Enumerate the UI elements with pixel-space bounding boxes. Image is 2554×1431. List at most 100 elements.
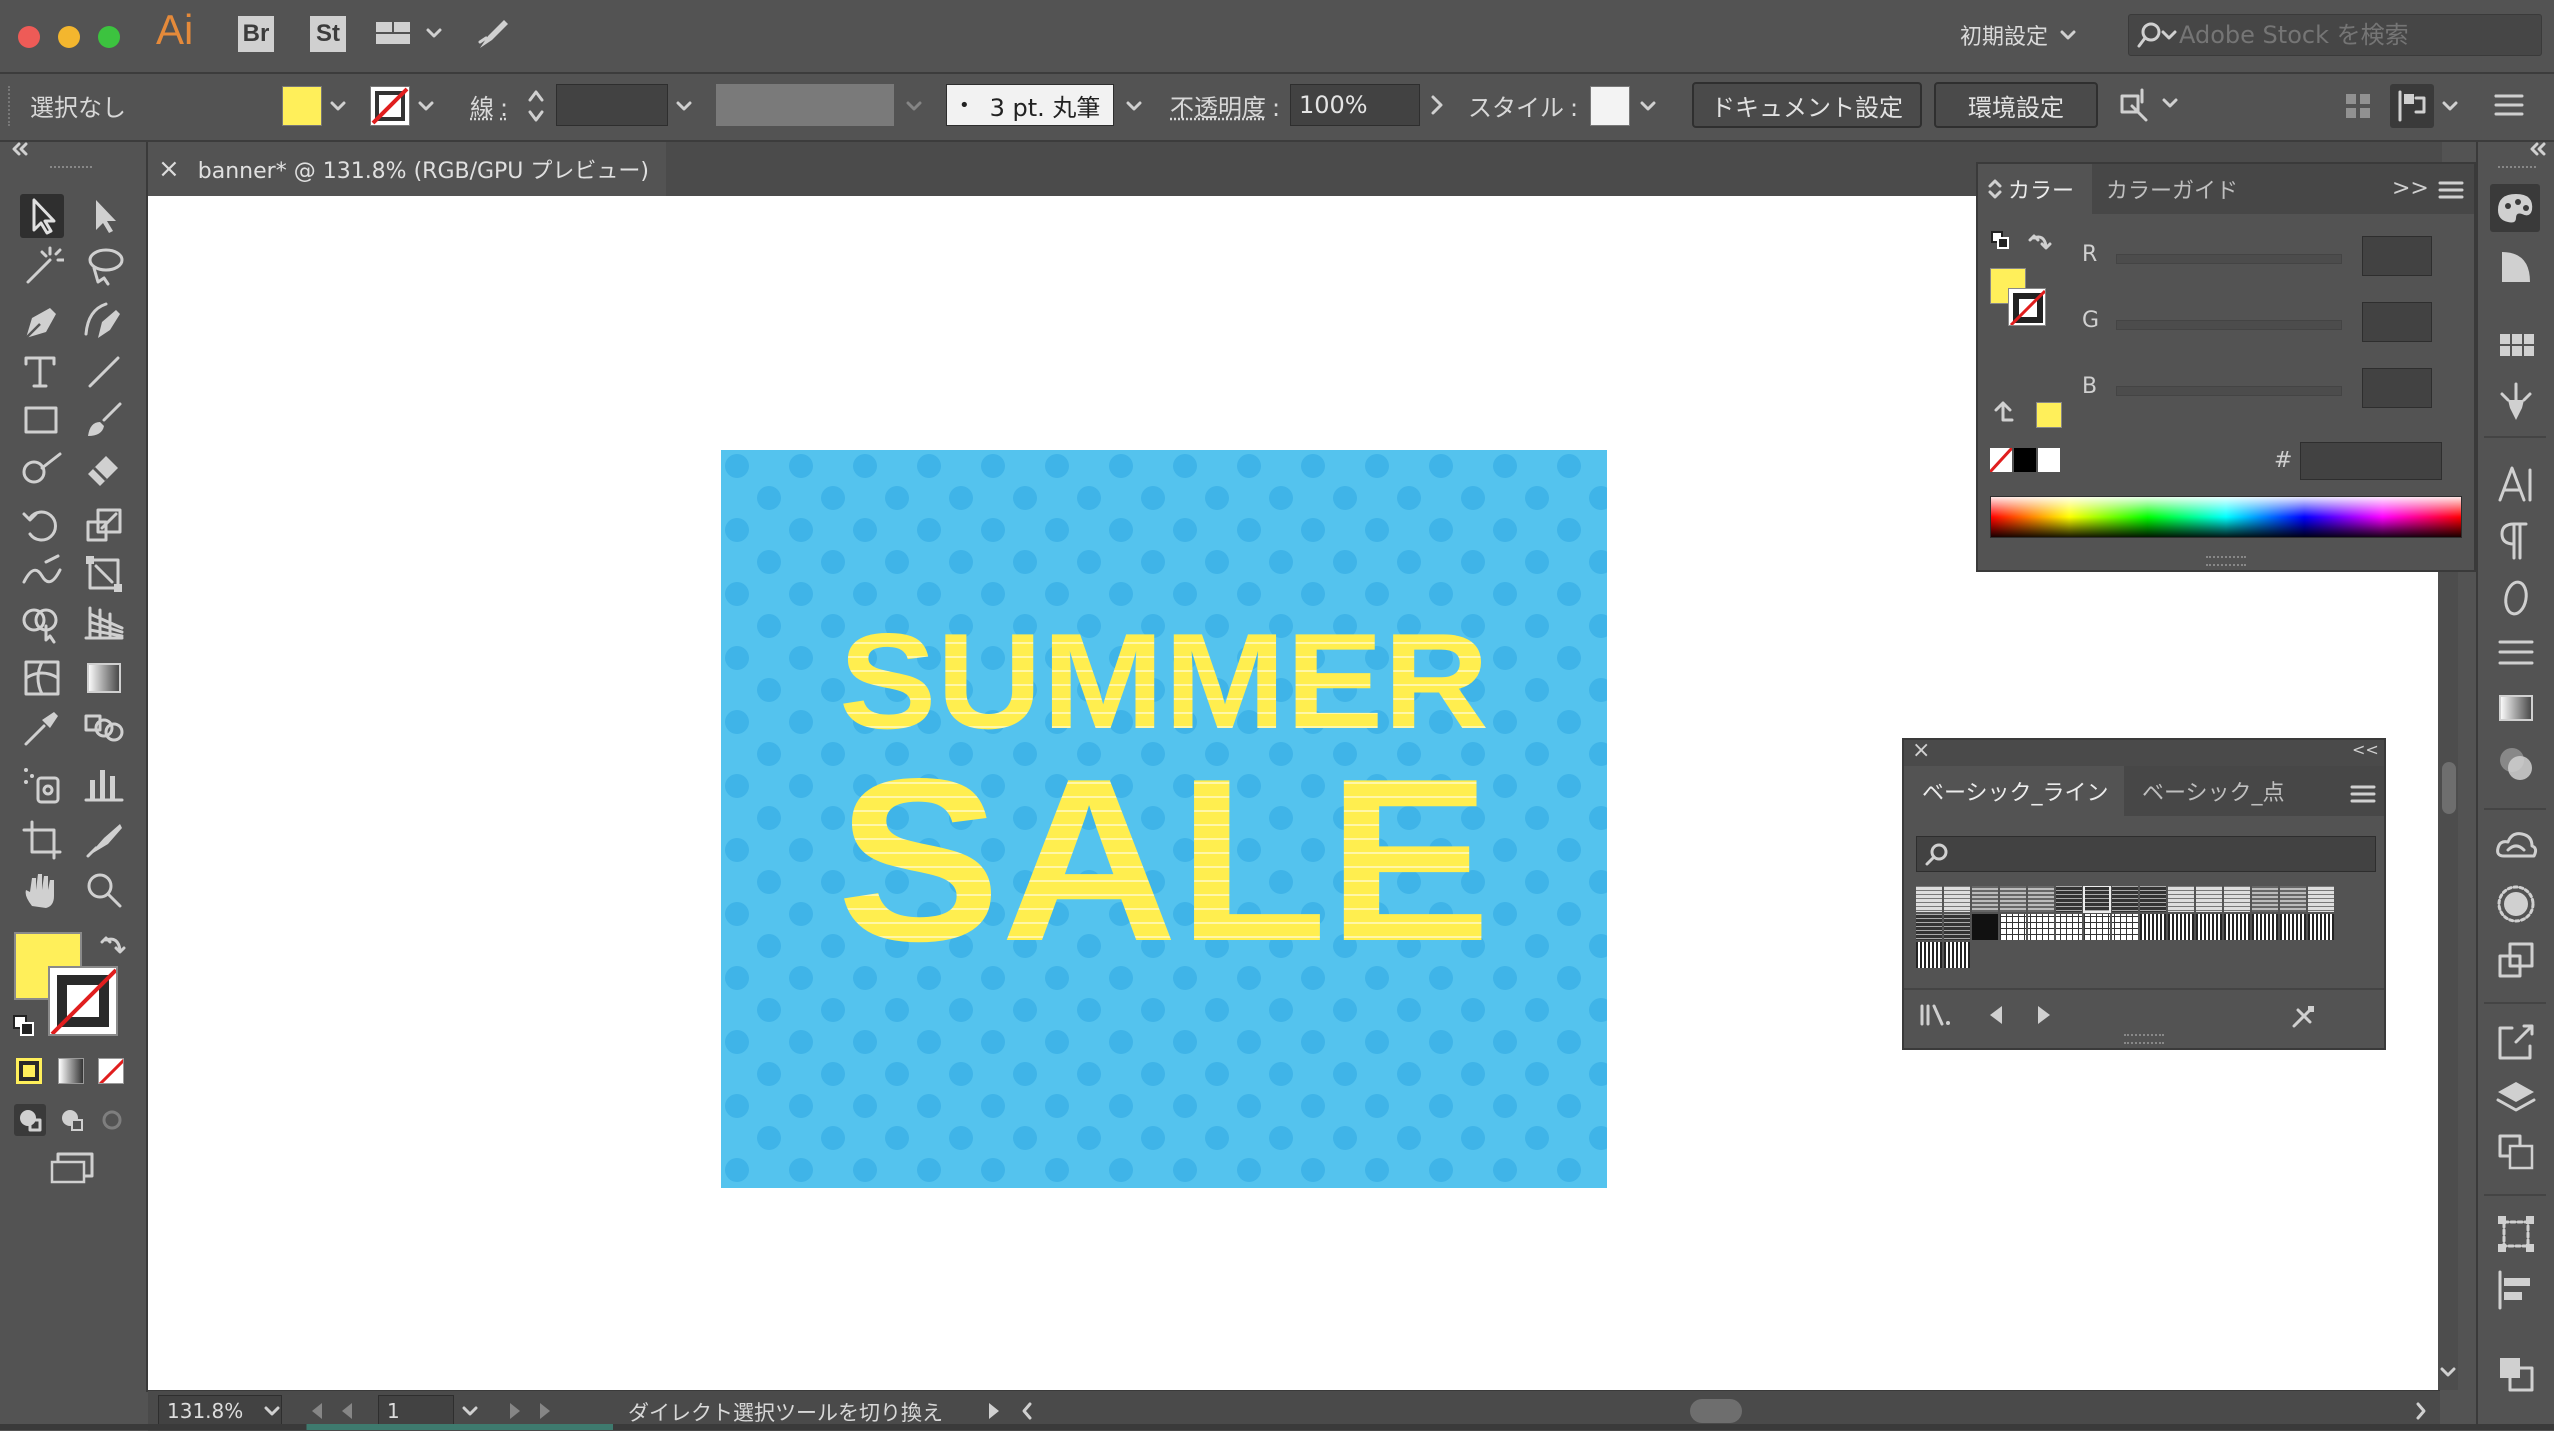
minimize-window-button[interactable]: [58, 26, 80, 48]
bridge-button[interactable]: Br: [238, 16, 274, 52]
slice-tool[interactable]: [82, 818, 126, 862]
dock-swatches-icon[interactable]: [2494, 324, 2538, 368]
draw-behind-icon[interactable]: [56, 1104, 88, 1136]
gradient-mode-button[interactable]: [58, 1058, 84, 1084]
opacity-expand-icon[interactable]: [1430, 94, 1444, 116]
gamut-color-swatch[interactable]: [2036, 402, 2062, 428]
artboard-number-field[interactable]: 1: [378, 1395, 454, 1427]
b-slider[interactable]: [2116, 386, 2342, 396]
graphic-style-swatch[interactable]: [1590, 86, 1630, 126]
tab-basic-lines[interactable]: ベーシック_ライン: [1904, 766, 2124, 816]
tab-basic-dots[interactable]: ベーシック_点: [2132, 766, 2302, 816]
close-window-button[interactable]: [18, 26, 40, 48]
workspace-switcher[interactable]: 初期設定: [1960, 14, 2092, 56]
dock-stroke-icon[interactable]: [2494, 630, 2538, 674]
scroll-down-icon[interactable]: [2440, 1366, 2456, 1378]
next-library-icon[interactable]: [2034, 1002, 2054, 1028]
opacity-field[interactable]: 100%: [1290, 84, 1420, 126]
paintbrush-tool[interactable]: [82, 398, 126, 442]
brush-chevron-icon[interactable]: [1126, 100, 1142, 112]
first-prev-artboard-icon[interactable]: [306, 1401, 386, 1421]
stroke-color-swatch[interactable]: [370, 86, 410, 126]
none-color-swatch[interactable]: [1990, 448, 2012, 472]
close-document-icon[interactable]: ×: [158, 154, 180, 184]
dock-opentype-icon[interactable]: [2494, 576, 2538, 620]
dock-asset-export-icon[interactable]: [2494, 938, 2538, 982]
panel-swap-icon[interactable]: [2028, 230, 2052, 254]
gradient-tool[interactable]: [82, 656, 126, 700]
r-value-field[interactable]: [2362, 236, 2432, 276]
line-segment-tool[interactable]: [82, 350, 126, 394]
pattern-swatch-grid[interactable]: [1916, 886, 2376, 978]
zoom-chevron-icon[interactable]: [264, 1405, 280, 1417]
color-panel-menu-icon[interactable]: [2438, 180, 2464, 200]
brush-definition-field[interactable]: • 3 pt. 丸筆: [946, 84, 1114, 126]
rectangle-tool[interactable]: [20, 398, 64, 442]
collapse-swatch-panel-icon[interactable]: <<: [2352, 740, 2379, 759]
screen-mode-icon[interactable]: [48, 1150, 96, 1186]
symbol-sprayer-tool[interactable]: [20, 762, 64, 806]
dock-align-icon[interactable]: [2494, 1268, 2538, 1312]
swatch-panel-menu-icon[interactable]: [2350, 784, 2376, 804]
swatch-search-field[interactable]: [1916, 836, 2376, 872]
horizontal-scroll-thumb[interactable]: [1690, 1399, 1742, 1423]
tab-color[interactable]: カラー: [1978, 164, 2092, 214]
color-spectrum[interactable]: [1990, 496, 2462, 538]
dock-layers-icon[interactable]: [2494, 1076, 2538, 1120]
scroll-right-icon[interactable]: [2414, 1401, 2428, 1421]
panel-menu-icon[interactable]: [2494, 92, 2524, 118]
dock-paragraph-icon[interactable]: [2494, 518, 2538, 562]
profile-chevron-icon[interactable]: [906, 100, 922, 112]
out-of-gamut-icon[interactable]: [1992, 400, 2014, 424]
swap-fill-stroke-icon[interactable]: [100, 932, 126, 958]
dock-transparency-icon[interactable]: [2494, 742, 2538, 786]
dock-gradient-icon[interactable]: [2494, 686, 2538, 730]
dock-appearance-icon[interactable]: [2494, 882, 2538, 926]
warp-tool[interactable]: [20, 552, 64, 596]
perspective-grid-tool[interactable]: [82, 600, 126, 644]
dock-brushes-icon[interactable]: [2494, 380, 2538, 424]
zoom-tool[interactable]: [82, 868, 126, 912]
mesh-tool[interactable]: [20, 656, 64, 700]
hand-tool[interactable]: [20, 868, 64, 912]
scale-tool[interactable]: [82, 504, 126, 548]
document-tab[interactable]: × banner* @ 131.8% (RGB/GPU プレビュー): [148, 142, 666, 196]
stock-search-box[interactable]: [2128, 14, 2542, 56]
rotate-tool[interactable]: [20, 504, 64, 548]
stroke-indicator[interactable]: [48, 966, 118, 1036]
fill-color-swatch[interactable]: [282, 86, 322, 126]
scroll-left-icon[interactable]: [1020, 1401, 1034, 1421]
quick-actions-button[interactable]: [2116, 86, 2186, 126]
direct-selection-tool[interactable]: [82, 194, 126, 238]
panel-default-colors-icon[interactable]: [1990, 230, 2012, 252]
artboard-tool[interactable]: [20, 818, 64, 862]
dock-transform-icon[interactable]: [2494, 1212, 2538, 1256]
pattern-tools-icon[interactable]: [2290, 1002, 2318, 1030]
align-grid-icon[interactable]: [2344, 92, 2372, 120]
white-color-swatch[interactable]: [2038, 448, 2060, 472]
type-tool[interactable]: [20, 350, 64, 394]
tab-color-guide[interactable]: カラーガイド: [2106, 164, 2256, 214]
column-graph-tool[interactable]: [82, 762, 126, 806]
stroke-weight-chevron-icon[interactable]: [676, 100, 692, 112]
document-setup-button[interactable]: ドキュメント設定: [1692, 82, 1922, 128]
dock-artboards-icon[interactable]: [2494, 1130, 2538, 1174]
g-value-field[interactable]: [2362, 302, 2432, 342]
r-slider[interactable]: [2116, 254, 2342, 264]
shaper-tool[interactable]: [20, 446, 64, 490]
draw-normal-button[interactable]: [14, 1104, 46, 1136]
dock-character-icon[interactable]: [2494, 462, 2538, 506]
collapse-dock-icon[interactable]: [2528, 142, 2548, 156]
stroke-weight-field[interactable]: [556, 84, 668, 126]
blend-tool[interactable]: [82, 706, 126, 750]
dock-pathfinder-icon[interactable]: [2494, 1352, 2538, 1396]
panel-expand-icon[interactable]: >>: [2392, 176, 2429, 201]
artboard-chevron-icon[interactable]: [462, 1405, 478, 1417]
arrange-documents-button[interactable]: [374, 18, 444, 52]
curvature-tool[interactable]: [82, 300, 126, 344]
fill-dropdown-chevron-icon[interactable]: [330, 100, 346, 112]
swatch-panel-resize-grip[interactable]: [2124, 1034, 2164, 1044]
panel-stroke-swatch[interactable]: [2008, 288, 2046, 326]
zoom-window-button[interactable]: [98, 26, 120, 48]
b-value-field[interactable]: [2362, 368, 2432, 408]
